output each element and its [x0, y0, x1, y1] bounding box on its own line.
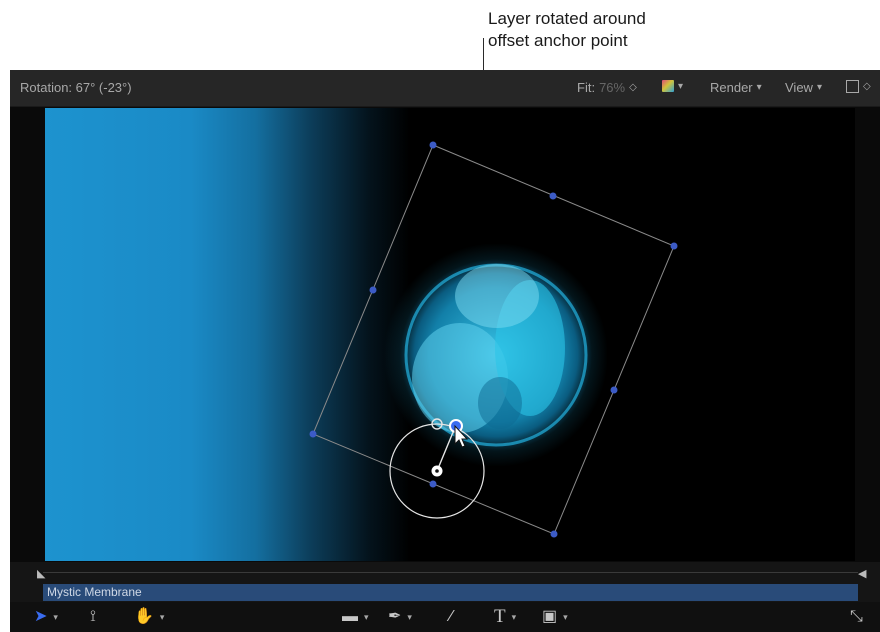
orb-layer[interactable]: [384, 243, 608, 467]
play-range-in-marker[interactable]: ◣: [37, 567, 45, 580]
view-label: View: [785, 80, 813, 95]
rectangle-icon: ▬: [342, 608, 358, 625]
text-icon: T: [494, 606, 506, 627]
corner-handle[interactable]: [670, 242, 678, 250]
select-transform-tool[interactable]: ➤ ▾: [34, 608, 58, 626]
view-menu[interactable]: View ▾: [785, 80, 822, 95]
render-menu[interactable]: Render ▾: [710, 80, 762, 95]
annotation-line-2: offset anchor point: [488, 31, 628, 50]
anchor-point-center: [435, 469, 439, 473]
color-channels-icon: [662, 80, 674, 92]
3d-orbit-icon: ⟟: [90, 608, 96, 625]
pan-tool[interactable]: ✋ ▾: [134, 608, 164, 626]
color-channels-menu[interactable]: ▾: [662, 80, 683, 92]
chevron-down-icon: ▾: [511, 612, 517, 622]
chevron-down-icon: ▾: [563, 612, 568, 622]
render-label: Render: [710, 80, 753, 95]
paint-stroke-tool[interactable]: ⁄: [450, 608, 453, 626]
edge-handle[interactable]: [429, 480, 437, 488]
fit-zoom-control[interactable]: Fit: 76% ◇: [577, 80, 637, 95]
motion-viewer-window: Rotation: 67° (-23°) Fit: 76% ◇ ▾ Render…: [10, 70, 880, 632]
canvas[interactable]: [45, 108, 855, 561]
expand-view-button[interactable]: ⤡: [850, 608, 863, 626]
timeline-track[interactable]: [43, 572, 858, 573]
text-tool[interactable]: T ▾: [494, 606, 517, 627]
stepper-icon: ◇: [629, 82, 637, 93]
mini-timeline[interactable]: ◣ ◀ Mystic Membrane: [10, 562, 880, 602]
square-icon: [846, 80, 859, 93]
bezier-tool[interactable]: ✒ ▾: [388, 608, 412, 626]
orb-blob: [478, 377, 522, 429]
corner-handle[interactable]: [550, 530, 558, 538]
chevron-down-icon: ▾: [364, 612, 369, 622]
chevron-down-icon: ▾: [407, 612, 412, 622]
canvas-overlay: [309, 141, 678, 538]
layer-clip-bar[interactable]: Mystic Membrane: [43, 584, 858, 601]
chevron-down-icon: ▾: [816, 82, 822, 93]
chevron-down-icon: ▾: [159, 612, 165, 622]
orb-blob: [455, 264, 539, 328]
mask-icon: ▣: [542, 608, 558, 625]
play-range-out-marker[interactable]: ◀: [858, 567, 866, 580]
chevron-down-icon: ▾: [756, 82, 762, 93]
brush-icon: ⁄: [450, 608, 453, 625]
shape-tool[interactable]: ▬ ▾: [342, 608, 369, 626]
viewer-layout-menu[interactable]: ◇: [846, 80, 871, 93]
edge-handle[interactable]: [369, 286, 377, 294]
arrow-pointer-icon: ➤: [34, 608, 48, 625]
stepper-icon: ◇: [863, 81, 871, 92]
corner-handle[interactable]: [309, 430, 317, 438]
annotation-line-1: Layer rotated around: [488, 9, 646, 28]
chevron-down-icon: ▾: [678, 80, 684, 92]
canvas-toolbar: ➤ ▾ ⟟ ✋ ▾ ▬ ▾ ✒ ▾ ⁄ T ▾ ▣ ▾ ⤡: [10, 602, 880, 632]
clip-name: Mystic Membrane: [47, 585, 142, 599]
fit-value: 76%: [599, 80, 626, 95]
hand-icon: ✋: [134, 608, 154, 625]
chevron-down-icon: ▾: [53, 612, 58, 622]
corner-handle[interactable]: [429, 141, 437, 149]
fit-label: Fit:: [577, 80, 596, 95]
edge-handle[interactable]: [549, 192, 557, 200]
expand-icon: ⤡: [850, 608, 863, 625]
viewer-top-bar: Rotation: 67° (-23°) Fit: 76% ◇ ▾ Render…: [10, 70, 880, 107]
mask-tool[interactable]: ▣ ▾: [542, 608, 568, 626]
annotation-callout: Layer rotated around offset anchor point: [488, 8, 728, 52]
rotation-readout: Rotation: 67° (-23°): [20, 80, 132, 95]
edge-handle[interactable]: [610, 386, 618, 394]
pen-icon: ✒: [388, 608, 402, 625]
3d-transform-tool[interactable]: ⟟: [90, 608, 96, 626]
